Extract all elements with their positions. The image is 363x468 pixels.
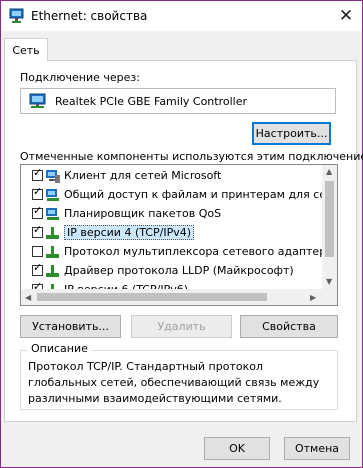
tab-network-label: Сеть [12,43,40,57]
scroll-up-icon[interactable]: ▲ [326,167,332,176]
protocol-icon [45,226,61,241]
network-card-icon [29,93,47,109]
scroll-thumb[interactable] [325,181,334,257]
scroll-corner [322,289,337,305]
components-label: Отмеченные компоненты используются этим … [20,150,363,163]
checkbox[interactable]: ✓ [32,224,43,238]
list-item[interactable]: ✓ Клиент для сетей Microsoft [21,167,322,186]
window-title: Ethernet: свойства [31,9,148,23]
network-service-icon [45,207,61,222]
list-item-label: IP версии 4 (TCP/IPv4) [64,225,195,240]
list-item-label: Планировщик пакетов QoS [64,207,222,220]
checkbox[interactable]: ✓ [32,186,43,200]
protocol-icon [45,245,61,260]
list-item-label: Драйвер протокола LLDP (Майкрософт) [64,264,294,277]
vertical-scrollbar[interactable]: ▲ ▼ [322,165,337,289]
cancel-button[interactable]: Отмена [284,437,350,460]
list-item[interactable]: ✓ IP версии 4 (TCP/IPv4) [21,224,322,243]
scroll-down-icon[interactable]: ▼ [326,277,332,286]
connect-using-label: Подключение через: [20,71,140,84]
checkbox[interactable]: ✓ [32,262,43,276]
components-list[interactable]: ✓ Клиент для сетей Microsoft ✓ Общий дос… [20,164,338,306]
scroll-right-icon[interactable]: ▶ [310,293,316,302]
scroll-left-icon[interactable]: ◀ [25,293,31,302]
description-title: Описание [28,342,91,355]
list-item[interactable]: ✓ Общий доступ к файлам и принтерам для … [21,186,337,205]
list-item-label: Протокол мультиплексора сетевого адаптер… [64,245,338,258]
adapter-name: Realtek PCIe GBE Family Controller [55,95,248,108]
list-item[interactable]: Протокол мультиплексора сетевого адаптер… [21,243,337,262]
network-adapter-icon [9,8,25,24]
title-bar[interactable]: Ethernet: свойства ✕ [1,1,362,31]
network-client-icon [45,169,61,184]
properties-button[interactable]: Свойства [240,315,338,338]
horizontal-scrollbar[interactable]: ◀ ▶ [21,289,322,305]
tab-network[interactable]: Сеть [4,38,48,61]
close-button[interactable]: ✕ [330,1,362,31]
scroll-thumb[interactable] [37,293,267,301]
description-text: Протокол TCP/IP. Стандартный протокол гл… [28,360,320,405]
install-button[interactable]: Установить... [20,315,121,338]
configure-button[interactable]: Настроить... [252,122,331,145]
ok-button[interactable]: OK [204,437,270,460]
protocol-icon [45,264,61,279]
adapter-field: Realtek PCIe GBE Family Controller [20,88,336,114]
checkbox[interactable] [32,246,43,257]
list-item[interactable]: ✓ Планировщик пакетов QoS [21,205,322,224]
close-icon: ✕ [338,5,354,26]
checkbox[interactable]: ✓ [32,167,43,181]
list-item-label: Клиент для сетей Microsoft [64,169,222,182]
checkbox[interactable]: ✓ [32,205,43,219]
network-service-icon [45,188,61,203]
list-item-label: Общий доступ к файлам и принтерам для се… [64,188,338,201]
uninstall-button[interactable]: Удалить [131,315,232,338]
list-item[interactable]: ✓ Драйвер протокола LLDP (Майкрософт) [21,262,322,281]
